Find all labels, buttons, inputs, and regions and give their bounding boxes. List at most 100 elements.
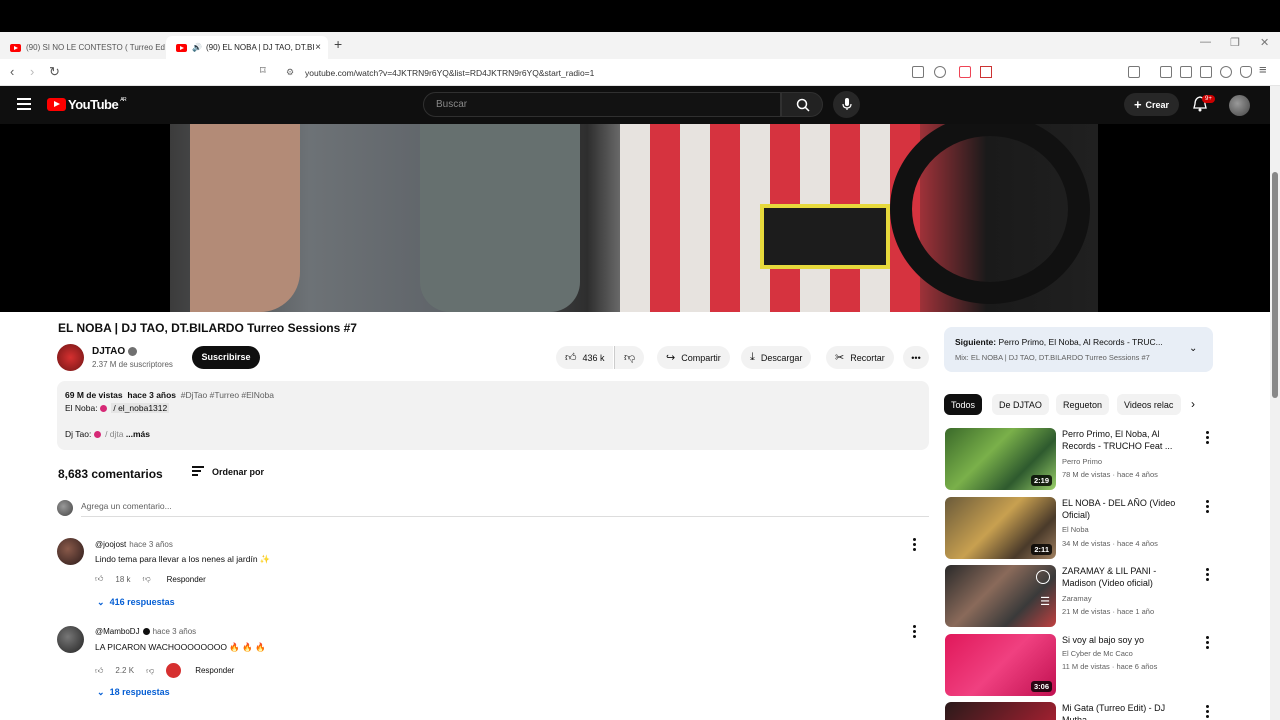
voice-search-button[interactable]: [833, 91, 860, 118]
share-page-icon[interactable]: [934, 66, 946, 78]
comment-like-icon[interactable]: 👍︎: [95, 574, 103, 584]
comment-avatar[interactable]: [57, 626, 84, 653]
video-player[interactable]: [0, 124, 1270, 312]
tab-label: (90) SI NO LE CONTESTO ( Turreo Ed: [26, 43, 165, 52]
search-button[interactable]: [781, 92, 823, 117]
reload-icon[interactable]: ↻: [49, 64, 60, 80]
chevron-right-icon[interactable]: ›: [1191, 397, 1195, 411]
subscribe-button[interactable]: Suscribirse: [192, 346, 260, 369]
rec-thumbnail[interactable]: ☰: [945, 565, 1056, 627]
notification-badge: 9+: [1202, 95, 1215, 103]
brave-shield-icon[interactable]: [959, 66, 971, 78]
rec-thumbnail[interactable]: 2:11: [945, 497, 1056, 559]
browser-tab-1[interactable]: (90) SI NO LE CONTESTO ( Turreo Ed: [0, 36, 165, 59]
rec-thumbnail[interactable]: [945, 702, 1056, 720]
site-info-icon[interactable]: ⚙: [286, 67, 294, 78]
comment-count: 8,683 comentarios: [58, 467, 163, 481]
close-window-icon[interactable]: ✕: [1260, 36, 1269, 49]
vpn-icon[interactable]: [1240, 66, 1252, 78]
add-comment-input[interactable]: Agrega un comentario...: [81, 501, 929, 517]
comment-time[interactable]: hace 3 años: [129, 540, 173, 549]
comment-user[interactable]: @MamboDJ: [95, 627, 140, 636]
rec-channel[interactable]: El Cyber de Mc Caco: [1062, 649, 1133, 658]
rewards-icon[interactable]: [980, 66, 992, 78]
channel-avatar[interactable]: [57, 344, 84, 371]
rec-menu-icon[interactable]: [1206, 636, 1209, 651]
reply-button[interactable]: Responder: [195, 666, 234, 675]
rec-menu-icon[interactable]: [1206, 705, 1209, 720]
channel-name-row[interactable]: DJTAO: [92, 346, 138, 357]
rec-thumbnail[interactable]: 3:06: [945, 634, 1056, 696]
minimize-icon[interactable]: —: [1200, 36, 1211, 48]
speaker-icon: 🔊: [192, 43, 202, 52]
sidebar-icon[interactable]: [1180, 66, 1192, 78]
scrollbar-thumb[interactable]: [1272, 172, 1278, 398]
create-button[interactable]: + Crear: [1124, 93, 1179, 116]
description-box[interactable]: 69 M de vistas hace 3 años #DjTao #Turre…: [57, 381, 929, 450]
chip-regueton[interactable]: Regueton: [1056, 394, 1110, 415]
rec-title[interactable]: ZARAMAY & LIL PANI - Madison (Video ofic…: [1062, 565, 1192, 589]
watch-later-icon[interactable]: [1036, 570, 1050, 584]
browser-tab-2[interactable]: 🔊 (90) EL NOBA | DJ TAO, DT.BI ×: [166, 36, 328, 59]
youtube-logo[interactable]: YouTube AR: [47, 97, 127, 112]
new-tab-button[interactable]: +: [334, 36, 342, 52]
chip-from-djtao[interactable]: De DJTAO: [992, 394, 1049, 415]
music-icon[interactable]: [1160, 66, 1172, 78]
back-icon[interactable]: ‹: [10, 64, 14, 79]
comment-user[interactable]: @joojost: [95, 540, 126, 549]
maximize-icon[interactable]: ❐: [1230, 36, 1240, 49]
search-input[interactable]: Buscar: [423, 92, 781, 117]
rec-thumbnail[interactable]: 2:19: [945, 428, 1056, 490]
forward-icon[interactable]: ›: [30, 64, 34, 79]
hashtags[interactable]: #DjTao #Turreo #ElNoba: [181, 390, 274, 400]
wallet-icon[interactable]: [1200, 66, 1212, 78]
rec-title[interactable]: EL NOBA - DEL AÑO (Video Oficial): [1062, 497, 1192, 521]
url-field[interactable]: ⚙ youtube.com/watch?v=4JKTRN9r6YQ&list=R…: [280, 63, 1000, 82]
more-actions-button[interactable]: •••: [903, 346, 929, 369]
dislike-button[interactable]: 👎︎: [614, 346, 645, 369]
account-avatar[interactable]: [1229, 95, 1250, 116]
rec-channel[interactable]: Perro Primo: [1062, 457, 1102, 466]
sort-comments-button[interactable]: Ordenar por: [192, 466, 264, 478]
cast-icon[interactable]: [912, 66, 924, 78]
reply-button[interactable]: Responder: [167, 575, 206, 584]
chip-all[interactable]: Todos: [944, 394, 983, 415]
menu-icon[interactable]: ≡: [1259, 62, 1267, 77]
rec-title[interactable]: Mi Gata (Turreo Edit) - DJ Mutha: [1062, 702, 1192, 720]
show-more-link[interactable]: ...más: [126, 429, 150, 439]
chevron-down-icon[interactable]: ⌄: [1189, 343, 1197, 354]
comment-avatar[interactable]: [57, 538, 84, 565]
comment-time[interactable]: hace 3 años: [153, 627, 197, 636]
instagram-icon: [99, 405, 107, 413]
comment-menu-icon[interactable]: [913, 538, 916, 553]
channel-name[interactable]: DJTAO: [92, 346, 125, 357]
rec-title[interactable]: Perro Primo, El Noba, Al Records - TRUCH…: [1062, 428, 1192, 452]
comment-like-icon[interactable]: 👍︎: [95, 666, 103, 676]
rec-title[interactable]: Si voy al bajo soy yo: [1062, 634, 1192, 646]
share-button[interactable]: ↪ Compartir: [657, 346, 730, 369]
playlist-panel[interactable]: Siguiente: Perro Primo, El Noba, Al Reco…: [944, 327, 1213, 372]
chip-related[interactable]: Videos relac: [1117, 394, 1181, 415]
clip-button[interactable]: ✂ Recortar: [826, 346, 894, 369]
rec-menu-icon[interactable]: [1206, 431, 1209, 446]
rec-menu-icon[interactable]: [1206, 500, 1209, 515]
add-to-queue-icon[interactable]: ☰: [1040, 595, 1050, 608]
view-replies-button[interactable]: ⌄ 18 respuestas: [97, 687, 170, 698]
bookmark-icon[interactable]: ⌑: [260, 64, 266, 77]
comment-dislike-icon[interactable]: 👎︎: [146, 666, 154, 676]
like-button[interactable]: 👍︎ 436 k: [556, 346, 613, 369]
download-button[interactable]: ⤓ Descargar: [741, 346, 812, 369]
hamburger-menu-icon[interactable]: [17, 98, 31, 113]
comment-menu-icon[interactable]: [913, 625, 916, 640]
rec-menu-icon[interactable]: [1206, 568, 1209, 583]
page-scrollbar[interactable]: [1270, 86, 1280, 720]
view-replies-button[interactable]: ⌄ 416 respuestas: [97, 597, 175, 608]
rec-channel[interactable]: El Noba: [1062, 525, 1089, 534]
line2-handle[interactable]: / el_noba1312: [111, 403, 170, 413]
extensions-icon[interactable]: [1128, 66, 1140, 78]
ai-icon[interactable]: [1220, 66, 1232, 78]
comment-dislike-icon[interactable]: 👎︎: [143, 574, 151, 584]
rec-channel[interactable]: Zaramay: [1062, 594, 1092, 603]
line3-handle[interactable]: / djta: [105, 429, 123, 439]
close-tab-icon[interactable]: ×: [315, 42, 321, 53]
